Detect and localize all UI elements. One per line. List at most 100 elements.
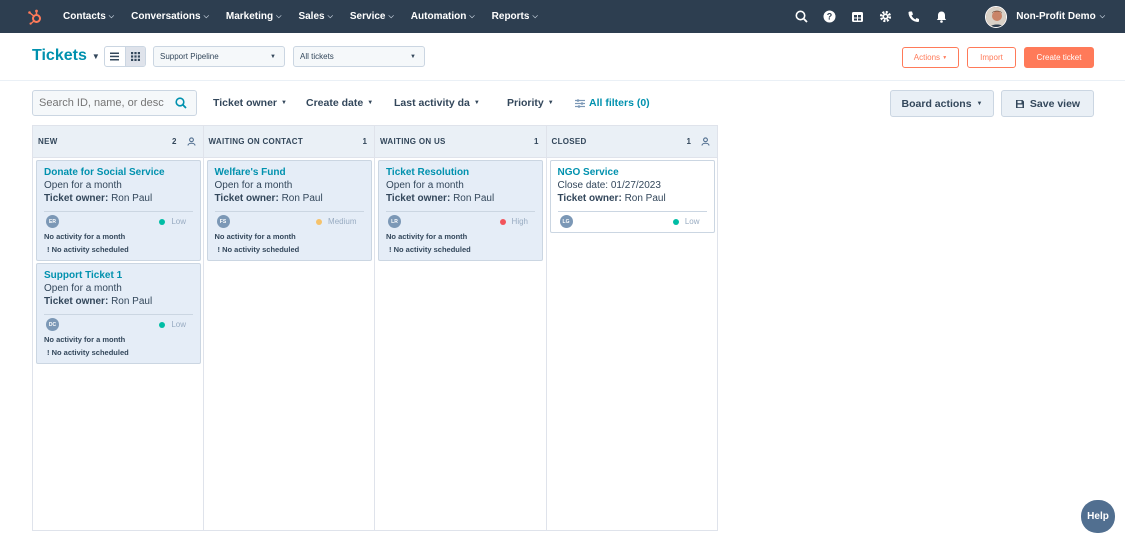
pipeline-select[interactable]: Support Pipeline ▼: [153, 46, 285, 67]
caret-down-icon: ▼: [281, 100, 287, 106]
search-icon[interactable]: [175, 97, 187, 109]
save-view-button[interactable]: Save view: [1001, 90, 1094, 117]
priority-dot-icon: [159, 218, 166, 225]
column-body: Welfare's Fund Open for a month Ticket o…: [203, 158, 374, 530]
ticket-owner-filter[interactable]: Ticket owner ▼: [213, 97, 287, 109]
search-field[interactable]: [32, 90, 197, 116]
import-button[interactable]: Import: [967, 47, 1016, 68]
view-select[interactable]: All tickets ▼: [293, 46, 425, 67]
next-activity-text: ! No activity scheduled: [47, 245, 129, 254]
ticket-owner-line: Ticket owner: Ron Paul: [386, 193, 495, 204]
page-title[interactable]: Tickets ▼: [32, 47, 100, 65]
create-date-filter[interactable]: Create date ▼: [306, 97, 373, 109]
priority-dot-icon: [672, 218, 679, 225]
caret-down-icon: ▼: [473, 100, 480, 106]
nav-contacts[interactable]: Contacts ⌵: [63, 11, 114, 22]
owner-avatar[interactable]: LG: [559, 215, 573, 228]
kanban-board: NEW 2 Donate for Social Service Open for…: [32, 125, 718, 531]
person-assign-icon[interactable]: [701, 137, 710, 146]
ticket-card[interactable]: Support Ticket 1 Open for a month Ticket…: [36, 263, 201, 364]
next-activity-text: ! No activity scheduled: [389, 245, 471, 254]
priority-dot-icon: [159, 321, 166, 328]
owner-avatar[interactable]: LR: [388, 215, 401, 228]
marketplace-icon[interactable]: [849, 9, 865, 25]
top-navigation-bar: Contacts ⌵ Conversations ⌵ Marketing ⌵ Sale…: [0, 0, 1125, 33]
chevron-down-icon: ⌵: [108, 12, 115, 20]
ticket-age: Open for a month: [386, 180, 464, 191]
divider: [44, 314, 193, 315]
owner-avatar[interactable]: FS: [216, 215, 230, 228]
actions-button[interactable]: Actions ▼: [902, 47, 959, 68]
ticket-title-link[interactable]: Welfare's Fund: [215, 166, 364, 179]
caret-down-icon: ▼: [91, 51, 100, 61]
next-activity-text: ! No activity scheduled: [217, 245, 300, 254]
nav-sales[interactable]: Sales ⌵: [298, 11, 332, 22]
last-activity-text: No activity for a month: [44, 335, 126, 344]
column-header: WAITING ON US 1: [375, 126, 546, 158]
nav-reports[interactable]: Reports ⌵: [492, 11, 538, 22]
hubspot-sprocket-icon[interactable]: [27, 9, 43, 25]
caret-down-icon: ▼: [942, 54, 948, 61]
column-header: CLOSED 1: [546, 126, 717, 158]
search-input[interactable]: [33, 97, 173, 109]
account-menu[interactable]: Non-Profit Demo ⌵: [1016, 11, 1105, 22]
nav-conversations[interactable]: Conversations ⌵: [131, 11, 209, 22]
help-button[interactable]: Help: [1081, 500, 1115, 533]
svg-text:?: ?: [826, 12, 832, 22]
priority-indicator: Medium: [316, 217, 357, 226]
ticket-age: Open for a month: [44, 180, 122, 191]
ticket-card[interactable]: Donate for Social Service Open for a mon…: [36, 160, 201, 261]
priority-indicator: Low: [159, 320, 186, 329]
priority-indicator: Low: [672, 217, 700, 226]
last-activity-text: No activity for a month: [44, 232, 126, 241]
ticket-title-link[interactable]: Support Ticket 1: [44, 269, 193, 282]
settings-gear-icon[interactable]: [877, 9, 893, 25]
nav-automation[interactable]: Automation ⌵: [411, 11, 475, 22]
search-icon[interactable]: [793, 9, 809, 25]
priority-filter[interactable]: Priority ▼: [507, 97, 554, 109]
page-header: Tickets ▼ Support Pipeline ▼ All tickets…: [0, 33, 1125, 81]
ticket-age: Open for a month: [44, 283, 122, 294]
owner-avatar[interactable]: DC: [46, 318, 59, 331]
calling-icon[interactable]: [905, 9, 921, 25]
filter-sliders-icon: [575, 98, 585, 108]
main-menu: Contacts ⌵ Conversations ⌵ Marketing ⌵ Sale…: [63, 0, 555, 33]
caret-down-icon: ▼: [976, 100, 983, 107]
column-body: Donate for Social Service Open for a mon…: [33, 158, 203, 530]
create-ticket-button[interactable]: Create ticket: [1024, 47, 1094, 68]
nav-service[interactable]: Service ⌵: [350, 11, 394, 22]
chevron-down-icon: ⌵: [1099, 12, 1105, 20]
help-circle-icon[interactable]: ?: [821, 9, 837, 25]
divider: [214, 211, 364, 212]
ticket-card[interactable]: Welfare's Fund Open for a month Ticket o…: [206, 160, 372, 261]
user-avatar[interactable]: [985, 5, 1008, 28]
ticket-title-link[interactable]: Donate for Social Service: [44, 166, 193, 179]
chevron-down-icon: ⌵: [532, 12, 538, 20]
ticket-card[interactable]: NGO Service Close date: 01/27/2023 Ticke…: [549, 160, 715, 233]
board-view-icon[interactable]: [124, 47, 145, 66]
chevron-down-icon: ⌵: [388, 12, 394, 20]
priority-dot-icon: [316, 218, 323, 225]
ticket-title-link[interactable]: NGO Service: [558, 166, 707, 179]
exclamation-icon: !: [389, 245, 392, 254]
all-filters-button[interactable]: All filters (0): [575, 97, 650, 109]
ticket-close-date: Close date: 01/27/2023: [557, 180, 661, 191]
nav-marketing[interactable]: Marketing ⌵: [226, 11, 282, 22]
list-view-icon[interactable]: [105, 47, 125, 66]
ticket-card[interactable]: Ticket Resolution Open for a month Ticke…: [378, 160, 543, 261]
notifications-bell-icon[interactable]: [933, 9, 949, 25]
last-activity-text: No activity for a month: [386, 232, 468, 241]
owner-avatar[interactable]: ER: [46, 215, 59, 228]
priority-indicator: High: [499, 217, 528, 226]
caret-down-icon: ▼: [367, 100, 374, 106]
board-actions-button[interactable]: Board actions ▼: [890, 90, 994, 117]
last-activity-filter[interactable]: Last activity da ▼: [394, 97, 480, 109]
ticket-owner-line: Ticket owner: Ron Paul: [44, 193, 153, 204]
exclamation-icon: !: [217, 245, 221, 254]
priority-indicator: Low: [159, 217, 186, 226]
priority-dot-icon: [499, 218, 506, 225]
ticket-owner-line: Ticket owner: Ron Paul: [557, 193, 666, 204]
view-toggle: [104, 46, 146, 67]
person-assign-icon[interactable]: [186, 137, 196, 146]
ticket-title-link[interactable]: Ticket Resolution: [386, 166, 535, 179]
